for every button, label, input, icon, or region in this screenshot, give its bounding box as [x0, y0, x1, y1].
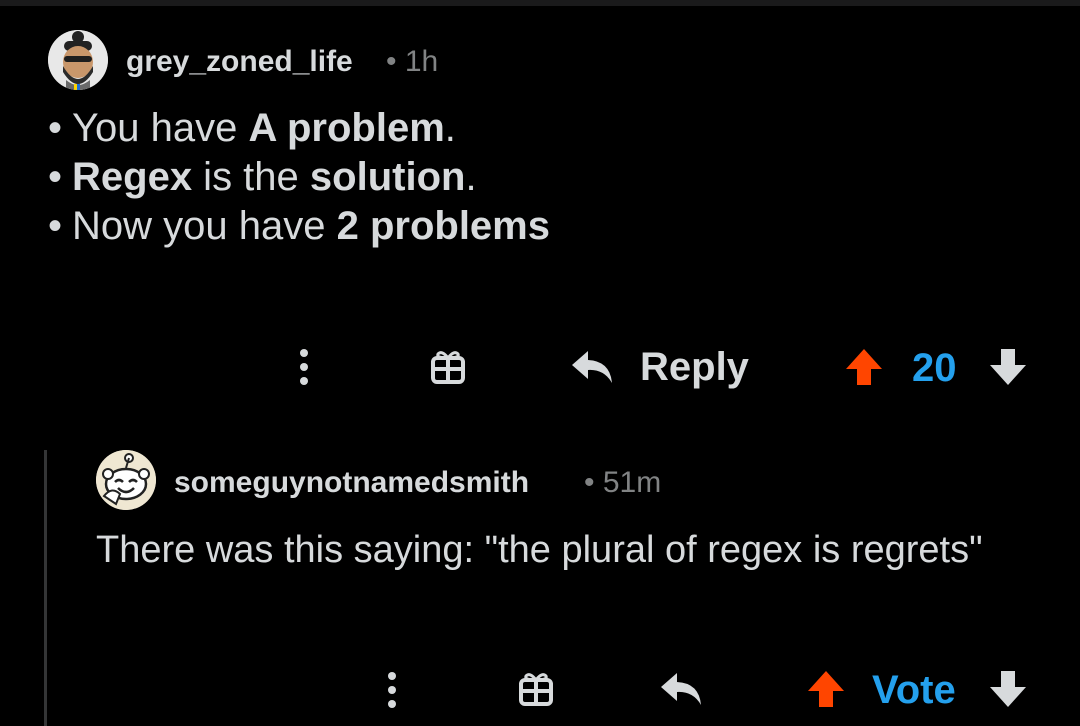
downvote-arrow-icon	[990, 671, 1026, 707]
bold-text: 2 problems	[336, 204, 550, 248]
more-vertical-icon	[388, 672, 396, 708]
avatar[interactable]	[48, 30, 108, 90]
reply-arrow-icon	[661, 673, 701, 705]
text-run: .	[465, 155, 477, 199]
upvote-arrow-icon	[808, 671, 844, 707]
vote-label: Vote	[872, 668, 956, 712]
upvote-button[interactable]	[804, 666, 848, 712]
comment-meta: • 51m	[584, 466, 661, 500]
downvote-arrow-icon	[990, 349, 1026, 385]
bullet-item: You have A problem.	[48, 104, 550, 153]
upvote-arrow-icon	[846, 349, 882, 385]
meta-separator: •	[386, 45, 405, 78]
bold-text: Regex	[72, 155, 193, 199]
more-vertical-icon	[300, 349, 308, 385]
downvote-button[interactable]	[986, 344, 1030, 390]
comment-author[interactable]: someguynotnamedsmith	[174, 466, 529, 500]
comment-meta: • 1h	[386, 45, 438, 79]
upvote-button[interactable]	[842, 344, 886, 390]
comment-age: 1h	[404, 45, 439, 78]
bullet-item: Now you have 2 problems	[48, 202, 550, 251]
snoo-avatar-icon	[96, 450, 156, 510]
reply-label: Reply	[640, 345, 749, 389]
bearded-avatar-icon	[48, 30, 108, 90]
more-options-button[interactable]	[284, 345, 324, 389]
text-run: .	[444, 106, 456, 150]
comment-body: There was this saying: "the plural of re…	[96, 529, 983, 571]
text-run: is the	[192, 155, 310, 199]
more-options-button[interactable]	[372, 668, 412, 712]
bold-text: solution	[309, 155, 466, 199]
top-divider	[0, 0, 1080, 6]
downvote-button[interactable]	[986, 666, 1030, 712]
reply-button[interactable]: Reply	[566, 345, 756, 391]
avatar[interactable]	[96, 450, 156, 510]
gift-icon	[519, 673, 553, 706]
bullet-item: Regex is the solution.	[48, 153, 550, 202]
text-run: Now you have	[72, 204, 337, 248]
bold-text: A problem	[248, 106, 445, 150]
comment-author[interactable]: grey_zoned_life	[126, 45, 353, 79]
text-run: You have	[72, 106, 249, 150]
award-button[interactable]	[514, 668, 558, 710]
comment-age: 51m	[602, 466, 662, 499]
comment-body: You have A problem.Regex is the solution…	[48, 104, 550, 251]
award-button[interactable]	[426, 346, 470, 388]
meta-separator: •	[584, 466, 603, 499]
gift-icon	[431, 351, 465, 384]
thread-line[interactable]	[44, 450, 47, 726]
vote-score: 20	[912, 346, 957, 390]
reply-button[interactable]	[656, 668, 708, 710]
reply-arrow-icon	[572, 351, 612, 383]
